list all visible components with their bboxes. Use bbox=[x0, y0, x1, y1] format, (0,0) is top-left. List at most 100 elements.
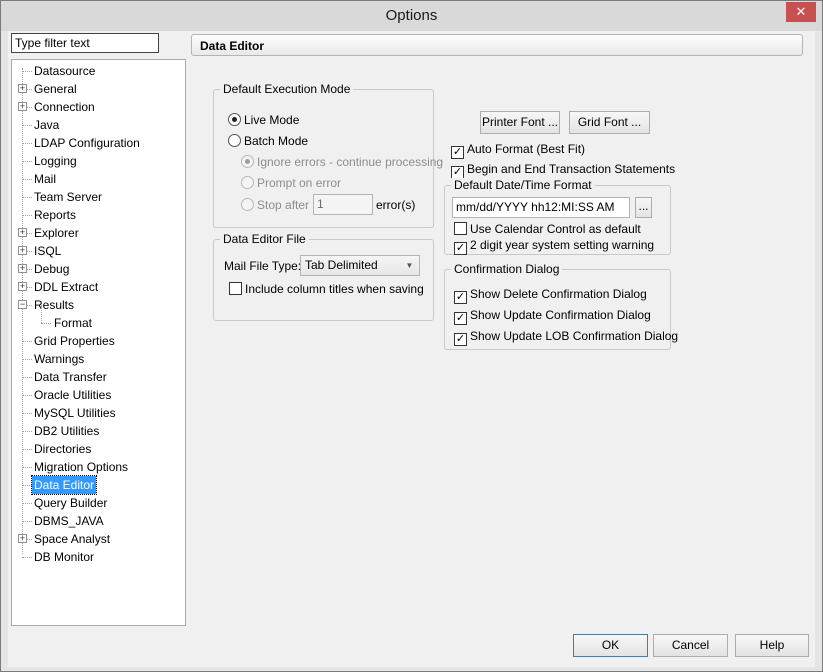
two-digit-year-option[interactable]: ✓ 2 digit year system setting warning bbox=[454, 237, 654, 255]
stop-after-radio[interactable] bbox=[241, 198, 254, 211]
live-mode-radio[interactable] bbox=[228, 113, 241, 126]
include-titles-option[interactable]: Include column titles when saving bbox=[229, 281, 424, 297]
cancel-button[interactable]: Cancel bbox=[653, 634, 728, 657]
tree-item[interactable]: MySQL Utilities bbox=[12, 404, 185, 422]
title-bar[interactable]: Options ✕ bbox=[1, 1, 822, 31]
confirmation-dialog-group: Confirmation Dialog ✓ Show Delete Confirm… bbox=[444, 262, 678, 350]
confirm-delete-label: Show Delete Confirmation Dialog bbox=[470, 287, 647, 301]
tree-item-label: Mail bbox=[34, 172, 57, 186]
ignore-errors-radio[interactable] bbox=[241, 155, 254, 168]
tree-item[interactable]: Data Transfer bbox=[12, 368, 185, 386]
ignore-errors-label: Ignore errors - continue processing bbox=[257, 155, 444, 169]
tree-item[interactable]: Mail bbox=[12, 170, 185, 188]
tree-item-label: Format bbox=[54, 316, 93, 330]
prompt-on-error-option[interactable]: Prompt on error bbox=[241, 175, 341, 191]
expand-icon[interactable]: + bbox=[18, 264, 27, 273]
tree-item[interactable]: Query Builder bbox=[12, 494, 185, 512]
auto-format-checkbox[interactable]: ✓ bbox=[451, 146, 464, 159]
auto-format-label: Auto Format (Best Fit) bbox=[467, 142, 586, 156]
calendar-control-option[interactable]: Use Calendar Control as default bbox=[454, 221, 641, 237]
filter-input[interactable] bbox=[11, 33, 159, 53]
options-window: Options ✕ Datasource + General + Connection J… bbox=[0, 0, 823, 672]
begin-end-tx-option[interactable]: ✓ Begin and End Transaction Statements bbox=[451, 161, 675, 179]
mail-file-type-select[interactable]: Tab Delimited ▼ bbox=[300, 255, 420, 276]
live-mode-label: Live Mode bbox=[244, 113, 300, 127]
tree-item[interactable]: + General bbox=[12, 80, 185, 98]
prompt-on-error-radio[interactable] bbox=[241, 176, 254, 189]
mail-file-type-label: Mail File Type: bbox=[224, 259, 302, 273]
confirm-update-lob-label: Show Update LOB Confirmation Dialog bbox=[470, 329, 679, 343]
batch-mode-radio[interactable] bbox=[228, 134, 241, 147]
two-digit-year-checkbox[interactable]: ✓ bbox=[454, 242, 467, 255]
tree-item[interactable]: + ISQL bbox=[12, 242, 185, 260]
datetime-browse-button[interactable]: ... bbox=[635, 197, 652, 218]
auto-format-option[interactable]: ✓ Auto Format (Best Fit) bbox=[451, 141, 586, 159]
expand-icon[interactable]: + bbox=[18, 102, 27, 111]
tree-item[interactable]: Java bbox=[12, 116, 185, 134]
confirm-update-checkbox[interactable]: ✓ bbox=[454, 312, 467, 325]
tree-connector bbox=[22, 521, 32, 522]
tree-item[interactable]: Reports bbox=[12, 206, 185, 224]
stop-after-count-input[interactable]: 1 bbox=[313, 194, 373, 215]
confirm-update-lob-checkbox[interactable]: ✓ bbox=[454, 333, 467, 346]
printer-font-button[interactable]: Printer Font ... bbox=[480, 111, 560, 134]
tree-item[interactable]: + Debug bbox=[12, 260, 185, 278]
collapse-icon[interactable]: − bbox=[18, 300, 27, 309]
tree-item[interactable]: LDAP Configuration bbox=[12, 134, 185, 152]
tree-item[interactable]: Migration Options bbox=[12, 458, 185, 476]
ignore-errors-option[interactable]: Ignore errors - continue processing bbox=[241, 154, 443, 170]
help-button[interactable]: Help bbox=[735, 634, 809, 657]
tree-connector bbox=[22, 503, 32, 504]
confirm-update-option[interactable]: ✓ Show Update Confirmation Dialog bbox=[454, 307, 651, 325]
tree-connector bbox=[22, 161, 32, 162]
datetime-format-input[interactable]: mm/dd/YYYY hh12:MI:SS AM bbox=[452, 197, 630, 218]
tree-item[interactable]: Datasource bbox=[12, 62, 185, 80]
tree-item-label: Datasource bbox=[34, 64, 96, 78]
tree-item-label: General bbox=[34, 82, 77, 96]
tree-item[interactable]: Team Server bbox=[12, 188, 185, 206]
tree-item[interactable]: + Explorer bbox=[12, 224, 185, 242]
tree-item[interactable]: + Space Analyst bbox=[12, 530, 185, 548]
expand-icon[interactable]: + bbox=[18, 534, 27, 543]
tree-item[interactable]: + Connection bbox=[12, 98, 185, 116]
grid-font-button[interactable]: Grid Font ... bbox=[569, 111, 650, 134]
tree-connector bbox=[41, 323, 51, 324]
tree-connector bbox=[22, 395, 32, 396]
close-button[interactable]: ✕ bbox=[786, 2, 816, 22]
tree-item[interactable]: DBMS_JAVA bbox=[12, 512, 185, 530]
tree-item[interactable]: Format bbox=[12, 305, 185, 332]
tree-item-label: Team Server bbox=[34, 190, 103, 204]
ok-button[interactable]: OK bbox=[573, 634, 648, 657]
tree-item[interactable]: Oracle Utilities bbox=[12, 386, 185, 404]
options-tree[interactable]: Datasource + General + Connection Java LDAP Co… bbox=[11, 59, 186, 626]
tree-item[interactable]: Grid Properties bbox=[12, 332, 185, 350]
check-icon: ✓ bbox=[455, 333, 466, 345]
include-titles-checkbox[interactable] bbox=[229, 282, 242, 295]
expand-icon[interactable]: + bbox=[18, 84, 27, 93]
confirm-update-lob-option[interactable]: ✓ Show Update LOB Confirmation Dialog bbox=[454, 328, 679, 346]
tree-item-label: LDAP Configuration bbox=[34, 136, 140, 150]
stop-after-label: Stop after bbox=[257, 198, 310, 212]
expand-icon[interactable]: + bbox=[18, 282, 27, 291]
live-mode-option[interactable]: Live Mode bbox=[228, 112, 299, 128]
tree-item[interactable]: + DDL Extract bbox=[12, 278, 185, 296]
stop-after-option[interactable]: Stop after bbox=[241, 197, 309, 213]
tree-item[interactable]: Logging bbox=[12, 152, 185, 170]
confirm-delete-option[interactable]: ✓ Show Delete Confirmation Dialog bbox=[454, 286, 647, 304]
calendar-control-checkbox[interactable] bbox=[454, 222, 467, 235]
confirm-delete-checkbox[interactable]: ✓ bbox=[454, 291, 467, 304]
expand-icon[interactable]: + bbox=[18, 228, 27, 237]
expand-icon[interactable]: + bbox=[18, 246, 27, 255]
tree-item[interactable]: Data Editor bbox=[12, 475, 185, 495]
tree-item[interactable]: Warnings bbox=[12, 350, 185, 368]
execution-mode-title: Default Execution Mode bbox=[220, 82, 354, 96]
tree-connector bbox=[22, 431, 32, 432]
tree-item[interactable]: − Results bbox=[12, 296, 185, 314]
tree-connector bbox=[22, 485, 32, 486]
batch-mode-option[interactable]: Batch Mode bbox=[228, 133, 308, 149]
tree-item[interactable]: DB2 Utilities bbox=[12, 422, 185, 440]
check-icon: ✓ bbox=[452, 146, 463, 158]
tree-item[interactable]: DB Monitor bbox=[12, 548, 185, 566]
check-icon: ✓ bbox=[455, 312, 466, 324]
tree-item[interactable]: Directories bbox=[12, 440, 185, 458]
